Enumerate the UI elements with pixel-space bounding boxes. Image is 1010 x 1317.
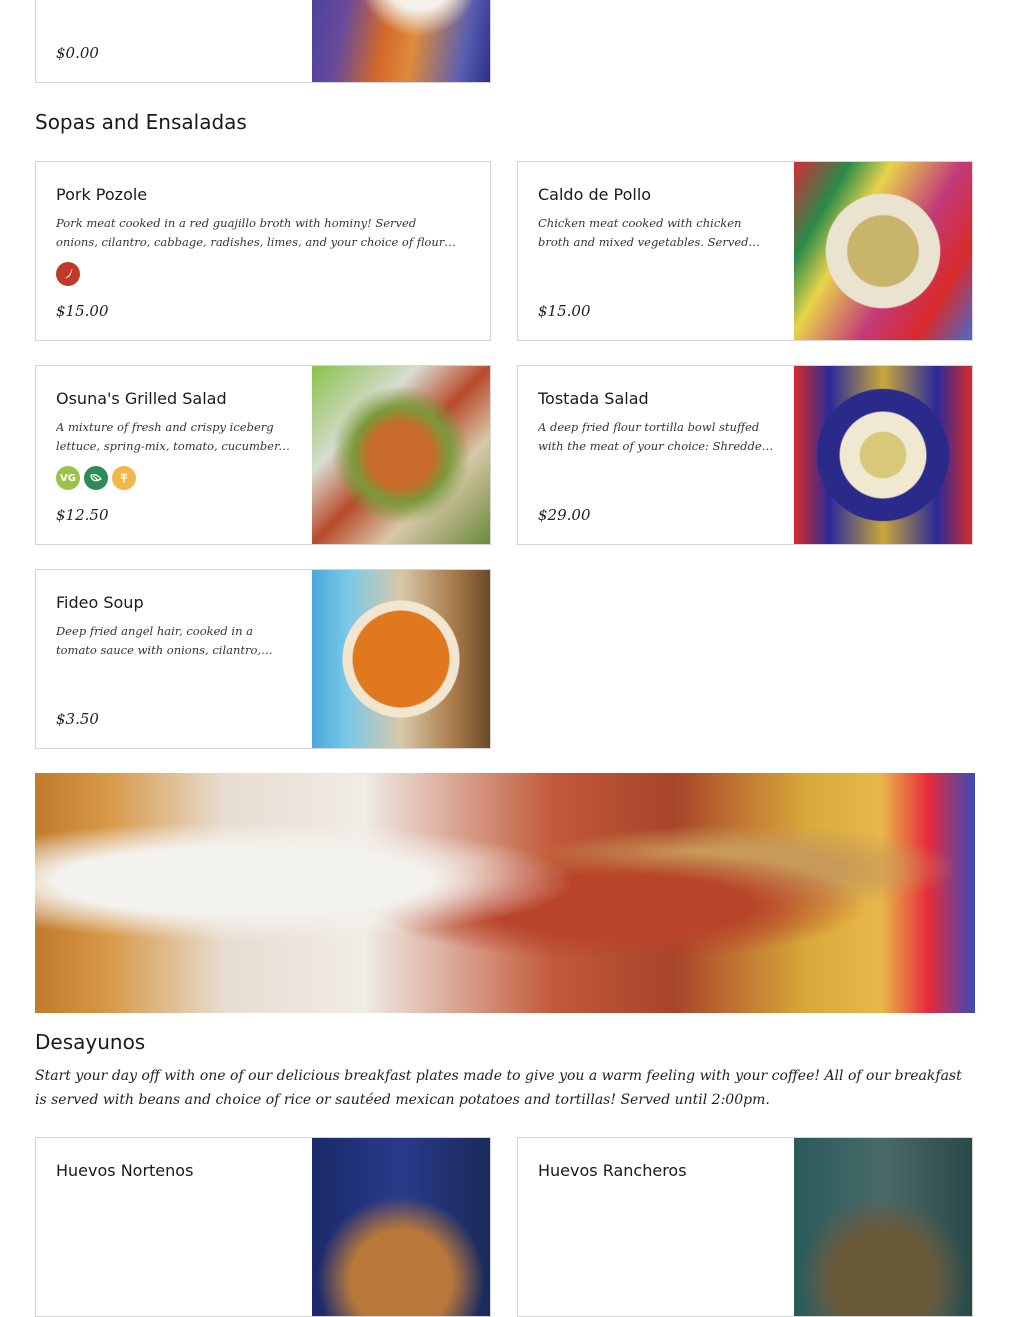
item-name: Osuna's Grilled Salad <box>56 389 227 408</box>
menu-item-card[interactable]: Huevos Nortenos <box>35 1137 491 1317</box>
section-title-sopas: Sopas and Ensaladas <box>35 110 247 134</box>
item-description: A mixture of fresh and crispy iceberg le… <box>56 420 282 453</box>
dish-image <box>794 1138 972 1316</box>
item-description: Pork meat cooked in a red guajillo broth… <box>56 216 445 249</box>
menu-item-card[interactable]: Tostada Salad A deep fried flour tortill… <box>517 365 973 545</box>
item-price: $0.00 <box>56 44 99 62</box>
dish-image <box>794 162 972 340</box>
item-name: Pork Pozole <box>56 185 148 204</box>
menu-item-card[interactable]: Huevos Rancheros <box>517 1137 973 1317</box>
spicy-icon <box>56 262 80 286</box>
breakfast-banner-image <box>35 773 975 1013</box>
item-price: $15.00 <box>56 302 109 320</box>
item-name: Caldo de Pollo <box>538 185 652 204</box>
dish-image <box>312 570 490 748</box>
dietary-badges: VG <box>56 466 136 490</box>
menu-item-card[interactable]: Fideo Soup Deep fried angel hair, cooked… <box>35 569 491 749</box>
section-description: Start your day off with one of our delic… <box>35 1068 962 1108</box>
dish-image <box>312 0 490 82</box>
item-name: Fideo Soup <box>56 593 144 612</box>
dish-image <box>312 1138 490 1316</box>
dish-image <box>312 366 490 544</box>
item-price: $15.00 <box>538 302 591 320</box>
dietary-badges <box>56 262 80 286</box>
menu-item-card[interactable]: Pork Pozole Pork meat cooked in a red gu… <box>35 161 491 341</box>
vegan-icon <box>84 466 108 490</box>
item-name: Tostada Salad <box>538 389 649 408</box>
item-price: $3.50 <box>56 710 99 728</box>
vegetarian-icon: VG <box>56 466 80 490</box>
item-name: Huevos Rancheros <box>538 1161 687 1180</box>
menu-item-card[interactable]: $0.00 <box>35 0 491 83</box>
item-price: $12.50 <box>56 506 109 524</box>
item-name: Huevos Nortenos <box>56 1161 194 1180</box>
gluten-free-icon <box>112 466 136 490</box>
item-description: Chicken meat cooked with chicken broth a… <box>538 216 749 249</box>
menu-item-card[interactable]: Osuna's Grilled Salad A mixture of fresh… <box>35 365 491 545</box>
item-description: Deep fried angel hair, cooked in a tomat… <box>56 624 262 657</box>
dish-image <box>794 366 972 544</box>
section-title-desayunos: Desayunos <box>35 1030 146 1054</box>
item-price: $29.00 <box>538 506 591 524</box>
item-description: A deep fried flour tortilla bowl stuffed… <box>538 420 770 453</box>
menu-item-card[interactable]: Caldo de Pollo Chicken meat cooked with … <box>517 161 973 341</box>
